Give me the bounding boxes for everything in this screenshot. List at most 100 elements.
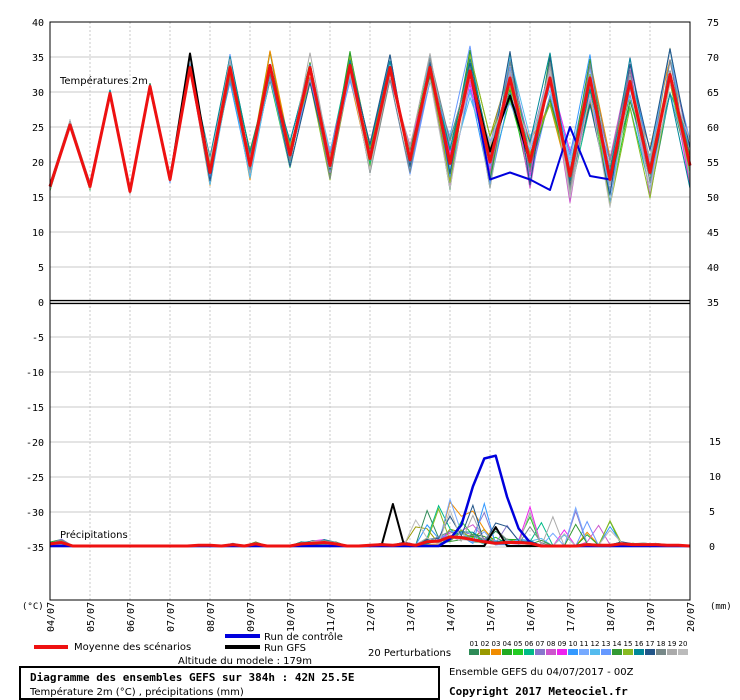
member-legend-swatch xyxy=(546,649,556,655)
left-tick-label: -10 xyxy=(26,368,44,379)
member-legend-swatch xyxy=(590,649,600,655)
left-tick-label: 5 xyxy=(38,263,44,274)
member-legend-swatch xyxy=(645,649,655,655)
member-legend-number: 14 xyxy=(613,640,622,648)
date-tick-label: 18/07 xyxy=(606,602,617,632)
left-tick-label: -5 xyxy=(32,333,44,344)
member-legend: 01 02 03 04 05 06 07 08 09 10 11 12 13 14 15 16 17 18 19 20 xyxy=(469,640,688,655)
legend-gfs-label: Run GFS xyxy=(264,643,306,654)
ensemble-chart-svg: 4035302520151050-5-10-15-20-25-30-357570… xyxy=(19,18,732,700)
date-tick-label: 09/07 xyxy=(246,602,257,632)
right-tick-label: 70 xyxy=(707,53,719,64)
date-tick-label: 11/07 xyxy=(326,602,337,632)
member-legend-swatch xyxy=(612,649,622,655)
left-tick-label: -15 xyxy=(26,403,44,414)
member-legend-number: 08 xyxy=(547,640,556,648)
right-tick-label: 75 xyxy=(707,18,719,29)
member-legend-number: 15 xyxy=(624,640,633,648)
left-tick-label: -20 xyxy=(26,438,44,449)
member-legend-swatch xyxy=(480,649,490,655)
altitude-label: Altitude du modele : 179m xyxy=(178,656,312,667)
member-legend-number: 19 xyxy=(668,640,677,648)
right-precip-tick-label: 5 xyxy=(709,507,715,518)
member-legend-swatch xyxy=(535,649,545,655)
member-legend-swatch xyxy=(678,649,688,655)
date-tick-label: 15/07 xyxy=(486,602,497,632)
member-legend-number: 11 xyxy=(580,640,589,648)
date-tick-label: 05/07 xyxy=(86,602,97,632)
member-legend-number: 02 xyxy=(481,640,490,648)
member-legend-number: 12 xyxy=(591,640,600,648)
copyright: Copyright 2017 Meteociel.fr xyxy=(449,685,628,698)
date-tick-label: 16/07 xyxy=(526,602,537,632)
member-legend-number: 17 xyxy=(646,640,655,648)
right-unit-label: (mm) xyxy=(710,602,732,612)
left-tick-label: 10 xyxy=(32,228,44,239)
date-tick-label: 14/07 xyxy=(446,602,457,632)
member-legend-swatch xyxy=(634,649,644,655)
left-unit-label: (°C) xyxy=(22,602,44,612)
member-legend-swatch xyxy=(557,649,567,655)
left-tick-label: -25 xyxy=(26,473,44,484)
member-legend-swatch xyxy=(667,649,677,655)
member-legend-swatch xyxy=(491,649,501,655)
member-legend-swatch xyxy=(524,649,534,655)
member-legend-number: 18 xyxy=(657,640,666,648)
left-tick-label: 40 xyxy=(32,18,44,29)
date-tick-label: 04/07 xyxy=(46,602,57,632)
member-legend-number: 20 xyxy=(679,640,688,648)
member-legend-number: 10 xyxy=(569,640,578,648)
left-tick-label: 15 xyxy=(32,193,44,204)
date-tick-label: 17/07 xyxy=(566,602,577,632)
member-legend-swatch xyxy=(656,649,666,655)
member-legend-number: 05 xyxy=(514,640,523,648)
precipitation-panel-label: Précipitations xyxy=(60,529,128,541)
date-tick-label: 10/07 xyxy=(286,602,297,632)
legend: Moyenne des scénarios Run de contrôle Ru… xyxy=(34,631,688,667)
member-legend-swatch xyxy=(601,649,611,655)
legend-moyenne-label: Moyenne des scénarios xyxy=(74,641,191,653)
member-legend-number: 13 xyxy=(602,640,611,648)
right-tick-label: 40 xyxy=(707,263,719,274)
member-legend-number: 03 xyxy=(492,640,501,648)
date-tick-label: 06/07 xyxy=(126,602,137,632)
member-legend-swatch xyxy=(502,649,512,655)
left-tick-label: 35 xyxy=(32,53,44,64)
member-legend-number: 04 xyxy=(503,640,512,648)
member-legend-number: 07 xyxy=(536,640,545,648)
right-precip-tick-label: 15 xyxy=(709,437,721,448)
date-tick-label: 08/07 xyxy=(206,602,217,632)
member-legend-swatch xyxy=(469,649,479,655)
right-tick-label: 50 xyxy=(707,193,719,204)
legend-controle-label: Run de contrôle xyxy=(264,631,343,643)
left-tick-label: -35 xyxy=(26,543,44,554)
member-legend-swatch xyxy=(568,649,578,655)
right-tick-label: 45 xyxy=(707,228,719,239)
date-tick-label: 19/07 xyxy=(646,602,657,632)
right-tick-label: 35 xyxy=(707,298,719,309)
date-tick-label: 13/07 xyxy=(406,602,417,632)
member-legend-swatch xyxy=(579,649,589,655)
member-legend-swatch xyxy=(513,649,523,655)
left-tick-label: 0 xyxy=(38,298,44,309)
chart-subtitle: Température 2m (°C) , précipitations (mm… xyxy=(29,686,244,698)
temperature-panel-label: Températures 2m xyxy=(59,75,148,87)
gefs-ensemble-diagram: 40 35 30 25 20 15 10 5 0 -5 -10 -15 -20 -25 -30 -35 75 70… xyxy=(0,0,740,700)
left-tick-label: 20 xyxy=(32,158,44,169)
left-tick-label: -30 xyxy=(26,508,44,519)
ensemble-info: Ensemble GEFS du 04/07/2017 - 00Z xyxy=(449,667,634,678)
date-tick-label: 20/07 xyxy=(686,602,697,632)
right-precip-tick-label: 0 xyxy=(709,542,715,553)
member-legend-number: 01 xyxy=(470,640,479,648)
date-tick-label: 12/07 xyxy=(366,602,377,632)
left-tick-label: 25 xyxy=(32,123,44,134)
chart-title: Diagramme des ensembles GEFS sur 384h : … xyxy=(30,671,355,684)
member-legend-number: 06 xyxy=(525,640,534,648)
left-tick-label: 30 xyxy=(32,88,44,99)
right-tick-label: 60 xyxy=(707,123,719,134)
member-legend-number: 16 xyxy=(635,640,644,648)
member-legend-swatch xyxy=(623,649,633,655)
member-legend-number: 09 xyxy=(558,640,567,648)
date-tick-label: 07/07 xyxy=(166,602,177,632)
right-tick-label: 65 xyxy=(707,88,719,99)
